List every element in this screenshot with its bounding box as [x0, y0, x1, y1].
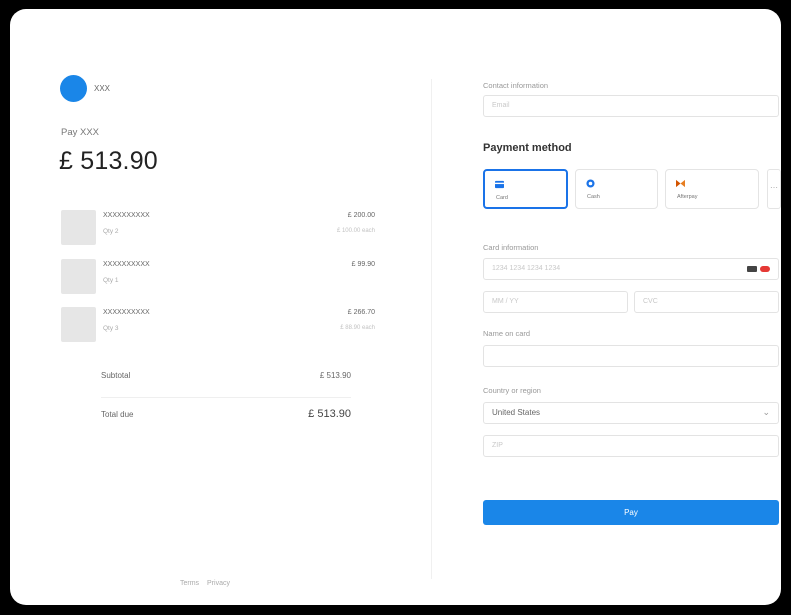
item-name: XXXXXXXXXX	[103, 212, 150, 219]
visa-icon	[747, 266, 757, 272]
total-label: Total due	[101, 410, 134, 419]
cash-icon	[586, 179, 595, 188]
name-on-card-input[interactable]	[483, 345, 779, 367]
country-select[interactable]: United States ⌄	[483, 402, 779, 424]
payment-method-label: Afterpay	[677, 194, 698, 200]
item-price: £ 266.70	[347, 309, 375, 316]
card-info-label: Card information	[483, 243, 539, 252]
card-number-placeholder: 1234 1234 1234 1234	[492, 265, 561, 272]
product-thumbnail	[61, 307, 96, 342]
subtotal-label: Subtotal	[101, 371, 131, 380]
payment-method-title: Payment method	[483, 142, 572, 154]
footer-links: Terms Privacy	[180, 580, 236, 587]
item-price: £ 99.90	[351, 261, 375, 268]
line-item: XXXXXXXXXX Qty 3 £ 266.70 £ 88.90 each	[61, 307, 375, 345]
checkout-card: XXX Pay XXX £ 513.90 XXXXXXXXXX Qty 2 £ …	[10, 9, 781, 605]
item-name: XXXXXXXXXX	[103, 261, 150, 268]
name-on-card-label: Name on card	[483, 329, 531, 338]
item-name: XXXXXXXXXX	[103, 309, 150, 316]
terms-link[interactable]: Terms	[180, 580, 199, 587]
payment-method-label: Card	[496, 195, 508, 201]
contact-label: Contact information	[483, 81, 549, 90]
country-value: United States	[492, 408, 541, 417]
email-input[interactable]: Email	[483, 95, 779, 117]
afterpay-icon	[676, 179, 685, 188]
more-methods-button[interactable]: ⋯	[767, 169, 781, 209]
privacy-link[interactable]: Privacy	[207, 580, 230, 587]
product-thumbnail	[61, 259, 96, 294]
product-thumbnail	[61, 210, 96, 245]
pay-label: Pay XXX	[61, 127, 100, 138]
subtotal-row: Subtotal £ 513.90	[101, 371, 351, 391]
zip-input[interactable]: ZIP	[483, 435, 779, 457]
item-quantity: Qty 2	[103, 228, 119, 235]
item-quantity: Qty 1	[103, 277, 119, 284]
chevron-down-icon: ⌄	[762, 407, 770, 417]
payment-method-label: Cash	[587, 194, 600, 200]
country-label: Country or region	[483, 386, 541, 395]
merchant-logo	[60, 75, 87, 102]
line-item: XXXXXXXXXX Qty 1 £ 99.90	[61, 259, 375, 297]
subtotal-value: £ 513.90	[319, 371, 351, 380]
column-divider	[431, 79, 432, 579]
payment-form: Contact information Email Payment method…	[483, 9, 781, 605]
expiry-input[interactable]: MM / YY	[483, 291, 628, 313]
payment-method-afterpay[interactable]: Afterpay	[665, 169, 759, 209]
pay-button[interactable]: Pay	[483, 500, 779, 525]
card-brand-icons	[747, 266, 770, 272]
card-number-input[interactable]: 1234 1234 1234 1234	[483, 258, 779, 280]
total-row: Total due £ 513.90	[101, 408, 351, 430]
payment-method-cash[interactable]: Cash	[575, 169, 658, 209]
mastercard-icon	[760, 266, 770, 272]
summary-divider	[101, 397, 351, 398]
item-unit-price: £ 100.00 each	[336, 228, 375, 234]
merchant-name: XXX	[94, 84, 111, 93]
payment-method-card[interactable]: Card	[483, 169, 568, 209]
total-value: £ 513.90	[308, 408, 351, 420]
line-item: XXXXXXXXXX Qty 2 £ 200.00 £ 100.00 each	[61, 210, 375, 248]
card-icon	[495, 180, 504, 189]
merchant-brand: XXX	[60, 75, 110, 102]
pay-amount: £ 513.90	[59, 147, 158, 175]
item-unit-price: £ 88.90 each	[340, 325, 375, 331]
item-price: £ 200.00	[347, 212, 375, 219]
order-summary: XXX Pay XXX £ 513.90 XXXXXXXXXX Qty 2 £ …	[10, 9, 425, 605]
item-quantity: Qty 3	[103, 325, 119, 332]
cvc-input[interactable]: CVC	[634, 291, 779, 313]
